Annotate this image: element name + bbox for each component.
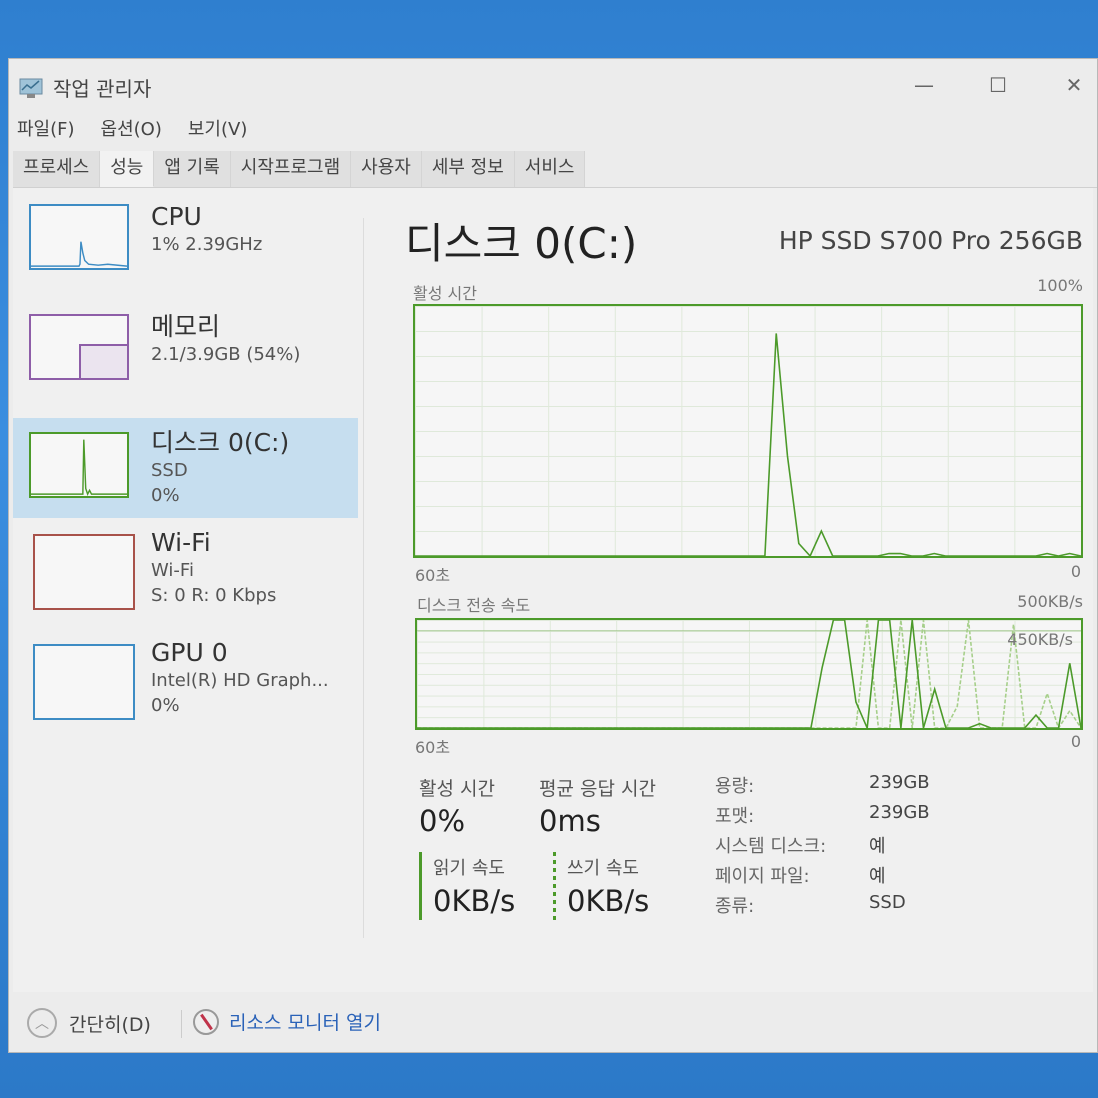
wifi-thumbnail-graph bbox=[33, 534, 135, 610]
resource-sidebar: CPU 1% 2.39GHz 메모리 2.1/3.9GB (54%) 디스크 0… bbox=[13, 198, 358, 748]
title-bar[interactable]: 작업 관리자 — ☐ ✕ bbox=[9, 59, 1097, 111]
sidebar-item-cpu[interactable]: CPU 1% 2.39GHz bbox=[13, 198, 358, 298]
sidebar-disk-name: 디스크 0(C:) bbox=[151, 428, 290, 457]
transfer-rate-plot bbox=[417, 620, 1081, 728]
sidebar-wifi-adapter: Wi-Fi bbox=[151, 560, 194, 581]
disk-thumbnail-graph bbox=[29, 432, 129, 498]
sidebar-cpu-name: CPU bbox=[151, 202, 202, 231]
disk-model: HP SSD S700 Pro 256GB bbox=[778, 226, 1083, 255]
task-manager-icon bbox=[19, 78, 43, 98]
sidebar-gpu-model: Intel(R) HD Graph... bbox=[151, 670, 329, 691]
sidebar-cpu-usage: 1% 2.39GHz bbox=[151, 234, 263, 255]
tab-startup[interactable]: 시작프로그램 bbox=[230, 151, 352, 187]
sidebar-item-disk-0[interactable]: 디스크 0(C:) SSD 0% bbox=[13, 418, 358, 518]
formatted-label: 포맷: bbox=[715, 806, 755, 827]
transfer-x-right: 0 bbox=[1070, 732, 1081, 751]
active-time-plot bbox=[415, 333, 1081, 556]
type-label: 종류: bbox=[715, 896, 755, 917]
transfer-rate-graph: 450KB/s bbox=[415, 618, 1083, 730]
gpu-thumbnail-graph bbox=[33, 644, 135, 720]
sidebar-item-gpu-0[interactable]: GPU 0 Intel(R) HD Graph... 0% bbox=[13, 638, 358, 738]
write-series-line bbox=[417, 620, 1081, 728]
task-manager-window: 작업 관리자 — ☐ ✕ 파일(F) 옵션(O) 보기(V) 프로세스 성능 앱… bbox=[8, 58, 1098, 1053]
transfer-graph-max: 500KB/s bbox=[1017, 592, 1083, 611]
sidebar-gpu-name: GPU 0 bbox=[151, 638, 228, 667]
fewer-details-button[interactable]: ︿ 간단히(D) bbox=[27, 1008, 151, 1038]
resource-monitor-icon bbox=[193, 1008, 219, 1035]
tab-details[interactable]: 세부 정보 bbox=[421, 151, 515, 187]
active-time-graph-max: 100% bbox=[1037, 276, 1083, 295]
tab-performance[interactable]: 성능 bbox=[100, 151, 155, 187]
avg-response-value: 0ms bbox=[539, 804, 601, 838]
system-disk-label: 시스템 디스크: bbox=[715, 836, 827, 857]
sidebar-memory-name: 메모리 bbox=[151, 312, 221, 341]
active-time-x-left: 60초 bbox=[415, 566, 451, 585]
fewer-details-label: 간단히(D) bbox=[69, 1013, 151, 1036]
sidebar-wifi-name: Wi-Fi bbox=[151, 528, 211, 557]
system-disk-value: 예 bbox=[869, 836, 886, 857]
active-time-series-line bbox=[415, 333, 1081, 556]
read-speed-indicator bbox=[419, 852, 422, 920]
minimize-button[interactable]: — bbox=[899, 67, 949, 103]
active-time-stat-label: 활성 시간 bbox=[419, 778, 495, 800]
read-speed-value: 0KB/s bbox=[433, 884, 516, 918]
tab-app-history[interactable]: 앱 기록 bbox=[154, 151, 231, 187]
tab-services[interactable]: 서비스 bbox=[514, 151, 586, 187]
read-speed-label: 읽기 속도 bbox=[433, 858, 505, 879]
sidebar-gpu-usage: 0% bbox=[151, 695, 180, 716]
capacity-label: 용량: bbox=[715, 776, 755, 797]
write-speed-indicator bbox=[553, 852, 556, 920]
active-time-graph-label: 활성 시간 bbox=[413, 284, 477, 303]
sidebar-wifi-throughput: S: 0 R: 0 Kbps bbox=[151, 585, 277, 606]
read-series-line bbox=[417, 620, 1081, 728]
menu-file[interactable]: 파일(F) bbox=[17, 115, 75, 145]
window-title: 작업 관리자 bbox=[53, 77, 152, 101]
sidebar-item-memory[interactable]: 메모리 2.1/3.9GB (54%) bbox=[13, 308, 358, 408]
menu-bar: 파일(F) 옵션(O) 보기(V) bbox=[17, 115, 247, 145]
sidebar-disk-type: SSD bbox=[151, 460, 188, 481]
cpu-thumbnail-graph bbox=[29, 204, 129, 270]
sidebar-memory-usage: 2.1/3.9GB (54%) bbox=[151, 344, 301, 365]
sidebar-disk-usage: 0% bbox=[151, 485, 180, 506]
memory-composition-block bbox=[78, 343, 127, 378]
active-time-stat-value: 0% bbox=[419, 804, 466, 838]
avg-response-label: 평균 응답 시간 bbox=[539, 778, 656, 800]
memory-thumbnail-graph bbox=[29, 314, 129, 380]
menu-view[interactable]: 보기(V) bbox=[188, 115, 247, 145]
cpu-sparkline bbox=[31, 241, 128, 267]
page-file-value: 예 bbox=[869, 866, 886, 887]
active-time-graph bbox=[413, 304, 1083, 558]
transfer-graph-label: 디스크 전송 속도 bbox=[417, 596, 531, 615]
page-file-label: 페이지 파일: bbox=[715, 866, 810, 887]
tab-processes[interactable]: 프로세스 bbox=[13, 151, 101, 187]
tab-users[interactable]: 사용자 bbox=[351, 151, 422, 187]
capacity-value: 239GB bbox=[869, 772, 930, 793]
maximize-button[interactable]: ☐ bbox=[973, 67, 1023, 103]
close-button[interactable]: ✕ bbox=[1049, 67, 1098, 103]
active-time-x-right: 0 bbox=[1070, 562, 1081, 581]
performance-panel: CPU 1% 2.39GHz 메모리 2.1/3.9GB (54%) 디스크 0… bbox=[13, 188, 1093, 992]
type-value: SSD bbox=[869, 892, 906, 913]
footer-separator bbox=[181, 1010, 182, 1038]
write-speed-value: 0KB/s bbox=[567, 884, 650, 918]
sidebar-item-wifi[interactable]: Wi-Fi Wi-Fi S: 0 R: 0 Kbps bbox=[13, 528, 358, 628]
write-speed-label: 쓰기 속도 bbox=[567, 858, 639, 879]
footer-bar: ︿ 간단히(D) 리소스 모니터 열기 bbox=[13, 996, 1093, 1046]
formatted-value: 239GB bbox=[869, 802, 930, 823]
menu-options[interactable]: 옵션(O) bbox=[101, 115, 162, 145]
transfer-x-left: 60초 bbox=[415, 738, 451, 757]
resource-monitor-label: 리소스 모니터 열기 bbox=[229, 1012, 381, 1034]
transfer-reference-label: 450KB/s bbox=[1007, 630, 1073, 649]
tab-bar: 프로세스 성능 앱 기록 시작프로그램 사용자 세부 정보 서비스 bbox=[13, 151, 1097, 188]
disk-title: 디스크 0(C:) bbox=[405, 219, 638, 268]
disk-sparkline bbox=[31, 439, 127, 496]
chevron-up-icon: ︿ bbox=[27, 1008, 57, 1038]
open-resource-monitor-link[interactable]: 리소스 모니터 열기 bbox=[193, 1008, 381, 1035]
sidebar-divider bbox=[363, 218, 364, 938]
